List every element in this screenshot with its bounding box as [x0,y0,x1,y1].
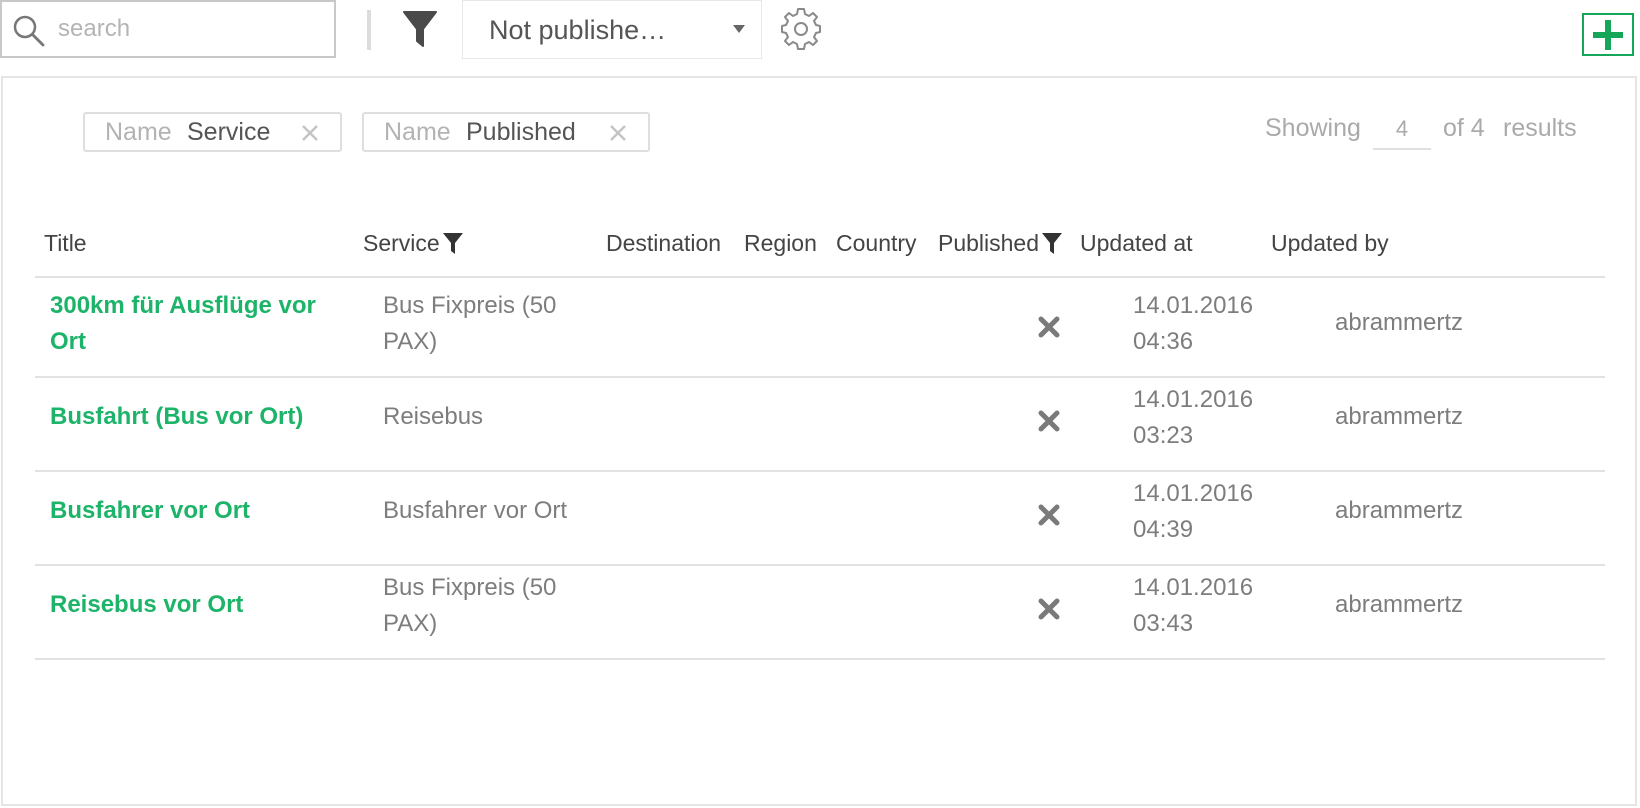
column-header-label: Region [744,230,817,256]
toolbar-divider [367,10,371,50]
gear-icon [781,8,821,50]
row-service: Bus Fixpreis (50 PAX) [383,574,557,637]
search-box[interactable] [0,0,336,58]
column-header-country[interactable]: Country [836,230,917,260]
showing-label: Showing [1265,114,1361,142]
column-header-title[interactable]: Title [44,230,87,260]
status-filter-select[interactable]: Not publishe… [462,0,762,59]
unpublished-x-icon [1038,504,1060,526]
column-header-region[interactable]: Region [744,230,817,260]
add-button[interactable] [1582,13,1634,56]
status-filter-value: Not publishe… [489,15,667,45]
search-icon [13,15,45,47]
filter-chip-service: Name Service [83,112,342,152]
row-service: Bus Fixpreis (50 PAX) [383,292,557,355]
filter-chip-value: Published [466,118,576,146]
results-label: results [1503,114,1577,142]
column-header-published[interactable]: Published [938,230,1063,260]
column-header-updated-by[interactable]: Updated by [1271,230,1389,260]
row-title-link[interactable]: Busfahrt (Bus vor Ort) [50,399,340,435]
funnel-icon[interactable] [1041,232,1063,256]
table-row: 300km für Ausflüge vor Ort Bus Fixpreis … [35,278,1605,378]
row-updated-at: 14.01.2016 04:36 [1133,292,1254,355]
table-row: Busfahrt (Bus vor Ort) Reisebus 14.01.20… [35,372,1605,472]
column-header-label: Service [363,230,440,256]
chevron-down-icon [733,25,745,33]
search-input[interactable] [58,10,318,48]
row-updated-at: 14.01.2016 03:43 [1133,574,1254,637]
column-header-label: Destination [606,230,722,256]
row-service: Busfahrer vor Ort [383,497,568,524]
filter-chip-key: Name [384,118,451,146]
unpublished-x-icon [1038,410,1060,432]
unpublished-x-icon [1038,598,1060,620]
filter-chip-published: Name Published [362,112,650,152]
column-header-label: Country [836,230,917,256]
column-header-label: Published [938,230,1040,256]
row-updated-by: abrammertz [1335,591,1464,618]
table-row: Busfahrer vor Ort Busfahrer vor Ort 14.0… [35,466,1605,566]
column-header-label: Title [44,230,87,256]
funnel-icon[interactable] [442,232,464,256]
column-header-label: Updated by [1271,230,1389,256]
filter-toggle-button[interactable] [400,8,440,52]
total-count-label: of 4 [1443,114,1485,142]
close-icon[interactable] [608,123,628,143]
page-size-input[interactable] [1373,110,1431,150]
filter-chip-value: Service [187,118,271,146]
settings-button[interactable] [780,8,822,50]
row-title-link[interactable]: Reisebus vor Ort [50,587,340,623]
row-updated-by: abrammertz [1335,403,1464,430]
row-updated-at: 14.01.2016 03:23 [1133,386,1254,449]
row-title-link[interactable]: 300km für Ausflüge vor Ort [50,288,340,360]
funnel-icon [403,11,437,47]
column-header-service[interactable]: Service [363,230,464,260]
table-row: Reisebus vor Ort Bus Fixpreis (50 PAX) 1… [35,560,1605,660]
column-header-destination[interactable]: Destination [606,230,721,260]
row-service: Reisebus [383,403,484,430]
row-updated-at: 14.01.2016 04:39 [1133,480,1254,543]
row-updated-by: abrammertz [1335,309,1464,336]
unpublished-x-icon [1038,316,1060,338]
column-header-updated-at[interactable]: Updated at [1080,230,1193,260]
column-header-label: Updated at [1080,230,1193,256]
filter-chip-key: Name [105,118,172,146]
results-panel: Name Service Name Published Showing of 4… [1,76,1637,806]
close-icon[interactable] [300,123,320,143]
row-updated-by: abrammertz [1335,497,1464,524]
row-title-link[interactable]: Busfahrer vor Ort [50,493,340,529]
plus-icon [1593,20,1623,50]
